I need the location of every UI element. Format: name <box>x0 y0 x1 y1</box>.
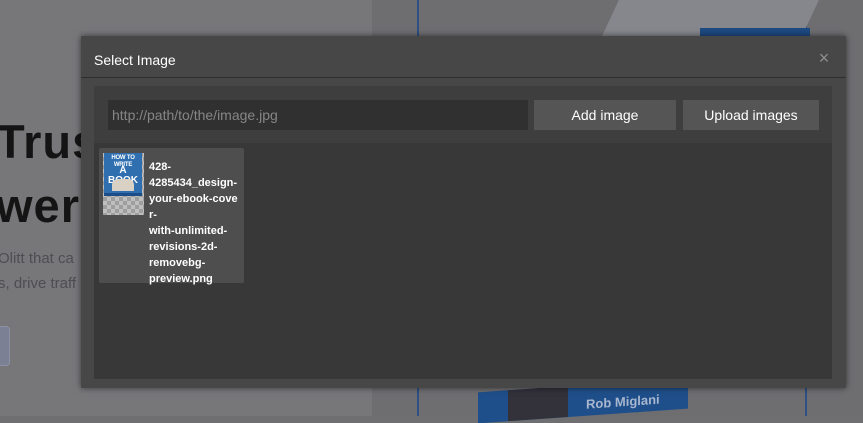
background-paragraph-line-1: Olitt that ca <box>0 250 74 267</box>
background-heading-line-2: wer <box>0 179 80 232</box>
image-url-input[interactable] <box>108 100 528 130</box>
background-cta-button <box>0 326 10 366</box>
select-image-modal: Select Image × Add image Upload images H… <box>81 36 846 388</box>
close-icon[interactable]: × <box>816 49 832 67</box>
modal-title: Select Image <box>94 52 176 68</box>
add-image-button[interactable]: Add image <box>534 100 676 130</box>
modal-header: Select Image × <box>81 36 846 78</box>
upload-images-button[interactable]: Upload images <box>683 100 819 130</box>
asset-item[interactable]: HOW TO WRITE A BOOK 428- 4285434_design-… <box>99 148 244 285</box>
ebook-thumbnail-icon: HOW TO WRITE A BOOK <box>103 153 144 215</box>
thumbnail-photo <box>112 179 134 191</box>
modal-body: Add image Upload images HOW TO WRITE A B… <box>94 86 832 379</box>
background-paragraph-line-2: s, drive traff <box>0 275 77 292</box>
background-book-author: Rob Miglani <box>586 391 660 412</box>
thumbnail-cover: HOW TO WRITE A BOOK <box>104 153 142 196</box>
asset-toolbar: Add image Upload images <box>94 86 832 143</box>
asset-file-name: 428- 4285434_design- your-ebook-cover- w… <box>149 161 238 285</box>
